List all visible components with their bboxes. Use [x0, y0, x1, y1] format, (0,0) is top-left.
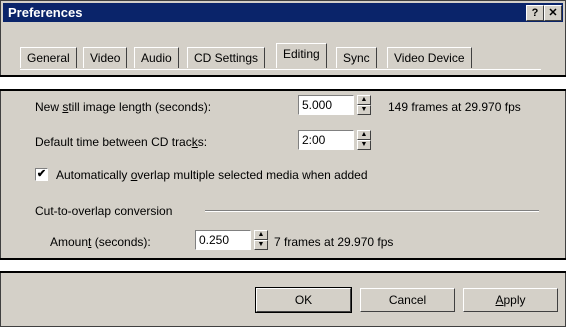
crop-gap: [0, 260, 566, 271]
ok-button[interactable]: OK: [255, 287, 352, 313]
cut-overlap-group-label: Cut-to-overlap conversion: [35, 204, 173, 218]
cd-gap-field[interactable]: [298, 130, 354, 150]
cd-gap-spinner[interactable]: ▲ ▼: [357, 130, 371, 150]
crop-gap: [0, 77, 566, 89]
still-length-field[interactable]: [298, 95, 354, 115]
tab-sync[interactable]: Sync: [336, 47, 377, 68]
spin-up-icon[interactable]: ▲: [254, 230, 268, 240]
spin-up-icon[interactable]: ▲: [357, 95, 371, 105]
still-length-label: New still image length (seconds):: [35, 100, 212, 114]
cancel-button[interactable]: Cancel: [360, 288, 455, 312]
spin-up-icon[interactable]: ▲: [357, 130, 371, 140]
still-length-spinner[interactable]: ▲ ▼: [357, 95, 371, 115]
tab-video[interactable]: Video: [83, 47, 128, 68]
spin-down-icon[interactable]: ▼: [357, 105, 371, 115]
title-bar[interactable]: Preferences ? ✕: [3, 3, 563, 22]
group-divider: [205, 210, 539, 212]
help-button[interactable]: ?: [526, 5, 544, 21]
tab-audio[interactable]: Audio: [134, 47, 179, 68]
close-button[interactable]: ✕: [544, 5, 562, 21]
auto-overlap-label[interactable]: Automatically overlap multiple selected …: [56, 168, 368, 182]
cd-gap-input[interactable]: [299, 131, 353, 149]
still-length-info: 149 frames at 29.970 fps: [388, 100, 521, 114]
tab-video-device[interactable]: Video Device: [387, 47, 472, 68]
amount-spinner[interactable]: ▲ ▼: [254, 230, 268, 250]
still-length-input[interactable]: [299, 96, 353, 114]
auto-overlap-checkbox[interactable]: ✔: [35, 168, 48, 181]
amount-label: Amount (seconds):: [50, 235, 151, 249]
tab-general[interactable]: General: [20, 47, 77, 68]
crop-rule: [0, 271, 566, 273]
amount-input[interactable]: [196, 231, 250, 249]
tab-cd-settings[interactable]: CD Settings: [187, 47, 266, 68]
preferences-dialog: Preferences ? ✕ General Video Audio CD S…: [0, 0, 566, 327]
spin-down-icon[interactable]: ▼: [254, 240, 268, 250]
amount-field[interactable]: [195, 230, 251, 250]
apply-button[interactable]: Apply: [463, 288, 558, 312]
amount-info: 7 frames at 29.970 fps: [274, 235, 394, 249]
window-title: Preferences: [8, 5, 83, 20]
tab-editing[interactable]: Editing: [276, 43, 327, 68]
crop-rule: [0, 89, 566, 91]
spin-down-icon[interactable]: ▼: [357, 140, 371, 150]
cd-gap-label: Default time between CD tracks:: [35, 135, 208, 149]
tab-panel-edge: [20, 69, 541, 70]
